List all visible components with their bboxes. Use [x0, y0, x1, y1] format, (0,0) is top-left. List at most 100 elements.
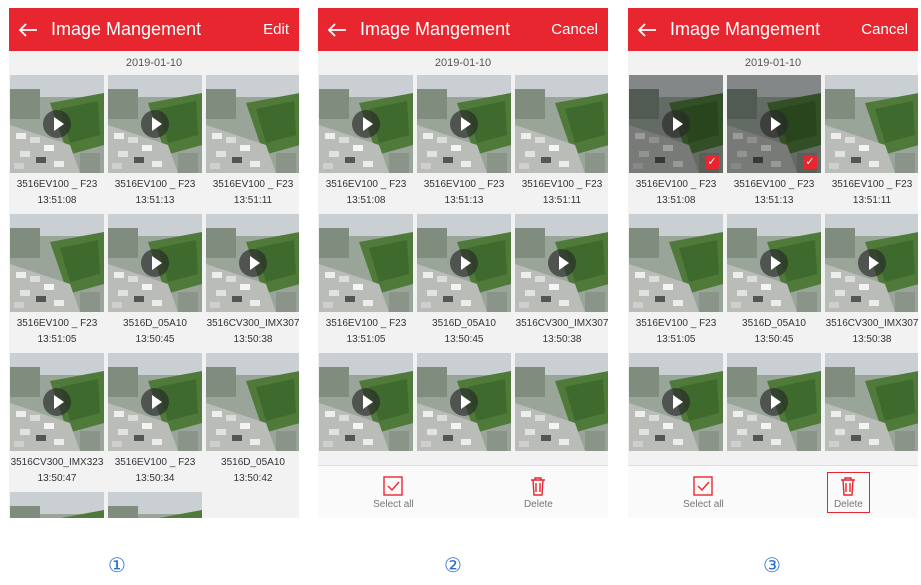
media-name: 3516EV100 _ F23 [635, 318, 717, 329]
media-item[interactable]: 3516EV100 _ F23 13:51:11 [515, 75, 608, 210]
media-item[interactable]: 3516EV100 _ F23 13:51:05 [319, 214, 413, 349]
date-heading: 2019-01-10 [125, 57, 183, 69]
media-item[interactable]: ✓ 3516EV100 _ F23 13:51:13 [727, 75, 821, 210]
media-item[interactable] [10, 492, 104, 518]
media-item[interactable]: 3516EV100 _ F23 13:51:13 [108, 75, 202, 210]
checkbox-icon [693, 475, 714, 496]
video-thumbnail[interactable]: ✓ [727, 75, 821, 173]
video-thumbnail[interactable] [825, 214, 918, 312]
media-time: 13:50:45 [135, 334, 175, 345]
select-all-button[interactable]: Select all [677, 473, 730, 512]
media-time: 13:50:45 [444, 334, 484, 345]
media-item[interactable] [417, 353, 511, 451]
image-thumbnail[interactable] [515, 75, 608, 173]
cancel-button[interactable]: Cancel [551, 21, 598, 38]
play-icon [548, 249, 576, 277]
play-icon [43, 110, 71, 138]
media-name: 3516CV300_IMX307 [825, 318, 918, 329]
media-item[interactable]: 3516EV100 _ F23 13:51:08 [10, 75, 104, 210]
video-thumbnail[interactable] [108, 353, 202, 451]
video-thumbnail[interactable] [206, 214, 299, 312]
video-thumbnail[interactable] [727, 214, 821, 312]
media-item[interactable]: ✓ 3516EV100 _ F23 13:51:08 [629, 75, 723, 210]
media-item[interactable] [515, 353, 608, 451]
video-thumbnail[interactable] [417, 75, 511, 173]
media-name: 3516EV100 _ F23 [325, 179, 407, 190]
video-thumbnail[interactable] [319, 75, 413, 173]
screen-3: Image Mangement Cancel 2019-01-10 ✓ 3516E… [628, 8, 918, 518]
media-item[interactable]: 3516EV100 _ F23 13:51:11 [825, 75, 918, 210]
media-time: 13:50:45 [754, 334, 794, 345]
image-thumbnail[interactable] [515, 353, 608, 451]
checkbox-icon [383, 475, 404, 496]
media-item[interactable]: 3516D_05A10 13:50:45 [108, 214, 202, 349]
edit-button[interactable]: Edit [263, 21, 289, 38]
media-time: 13:50:38 [852, 334, 892, 345]
cancel-button[interactable]: Cancel [861, 21, 908, 38]
media-item[interactable] [727, 353, 821, 451]
back-button[interactable] [15, 17, 41, 43]
select-all-button[interactable]: Select all [367, 473, 420, 512]
delete-button[interactable]: Delete [518, 473, 559, 512]
image-thumbnail[interactable] [108, 492, 202, 518]
media-item[interactable]: 3516CV300_IMX307 13:50:38 [825, 214, 918, 349]
media-time: 13:51:11 [542, 195, 582, 206]
video-thumbnail[interactable]: ✓ [629, 75, 723, 173]
media-item[interactable]: 3516CV300_IMX307 13:50:38 [206, 214, 299, 349]
image-thumbnail[interactable] [825, 353, 918, 451]
media-item[interactable]: 3516D_05A10 13:50:45 [417, 214, 511, 349]
video-thumbnail[interactable] [108, 214, 202, 312]
media-item[interactable]: 3516EV100 _ F23 13:51:13 [417, 75, 511, 210]
media-item[interactable]: 3516CV300_IMX307 13:50:38 [515, 214, 608, 349]
video-thumbnail[interactable] [108, 75, 202, 173]
media-item[interactable]: 3516EV100 _ F23 13:51:05 [629, 214, 723, 349]
play-icon [450, 110, 478, 138]
date-heading: 2019-01-10 [744, 57, 802, 69]
step-marker-1: ① [108, 555, 126, 577]
video-thumbnail[interactable] [417, 353, 511, 451]
image-thumbnail[interactable] [206, 353, 299, 451]
media-item[interactable]: 3516D_05A10 13:50:45 [727, 214, 821, 349]
back-button[interactable] [634, 17, 660, 43]
image-thumbnail[interactable] [10, 214, 104, 312]
back-arrow-icon [18, 22, 37, 37]
step-marker-3: ③ [763, 555, 781, 577]
media-item[interactable] [629, 353, 723, 451]
screen-1: Image Mangement Edit 2019-01-10 3516EV10… [9, 8, 299, 518]
video-thumbnail[interactable] [10, 353, 104, 451]
delete-button[interactable]: Delete [826, 471, 870, 513]
image-thumbnail[interactable] [629, 214, 723, 312]
image-thumbnail[interactable] [10, 492, 104, 518]
image-grid: 3516EV100 _ F23 13:51:08 3516EV100 _ F23 1… [9, 75, 299, 518]
media-item[interactable] [319, 353, 413, 451]
video-thumbnail[interactable] [515, 214, 608, 312]
video-thumbnail[interactable] [417, 214, 511, 312]
bottom-action-bar: Select all Delete [318, 465, 608, 518]
media-item[interactable]: 3516CV300_IMX323 13:50:47 [10, 353, 104, 488]
select-all-label: Select all [683, 498, 724, 510]
screen-2: Image Mangement Cancel 2019-01-10 3516EV… [318, 8, 608, 518]
media-item[interactable]: 3516EV100 _ F23 13:51:05 [10, 214, 104, 349]
media-name: 3516EV100 _ F23 [423, 179, 505, 190]
back-button[interactable] [324, 17, 350, 43]
select-all-label: Select all [373, 498, 414, 510]
image-thumbnail[interactable] [206, 75, 299, 173]
media-item[interactable] [825, 353, 918, 451]
media-item[interactable] [108, 492, 202, 518]
image-thumbnail[interactable] [319, 214, 413, 312]
media-item[interactable]: 3516D_05A10 13:50:42 [206, 353, 299, 488]
media-item[interactable]: 3516EV100 _ F23 13:51:08 [319, 75, 413, 210]
media-name: 3516EV100 _ F23 [733, 179, 815, 190]
image-thumbnail[interactable] [825, 75, 918, 173]
delete-label: Delete [523, 498, 553, 510]
play-icon [858, 249, 886, 277]
video-thumbnail[interactable] [629, 353, 723, 451]
media-item[interactable]: 3516EV100 _ F23 13:50:34 [108, 353, 202, 488]
video-thumbnail[interactable] [10, 75, 104, 173]
video-thumbnail[interactable] [319, 353, 413, 451]
media-item[interactable]: 3516EV100 _ F23 13:51:11 [206, 75, 299, 210]
video-thumbnail[interactable] [727, 353, 821, 451]
media-name: 3516EV100 _ F23 [635, 179, 717, 190]
app-header: Image Mangement Cancel [318, 8, 608, 51]
play-icon [352, 110, 380, 138]
